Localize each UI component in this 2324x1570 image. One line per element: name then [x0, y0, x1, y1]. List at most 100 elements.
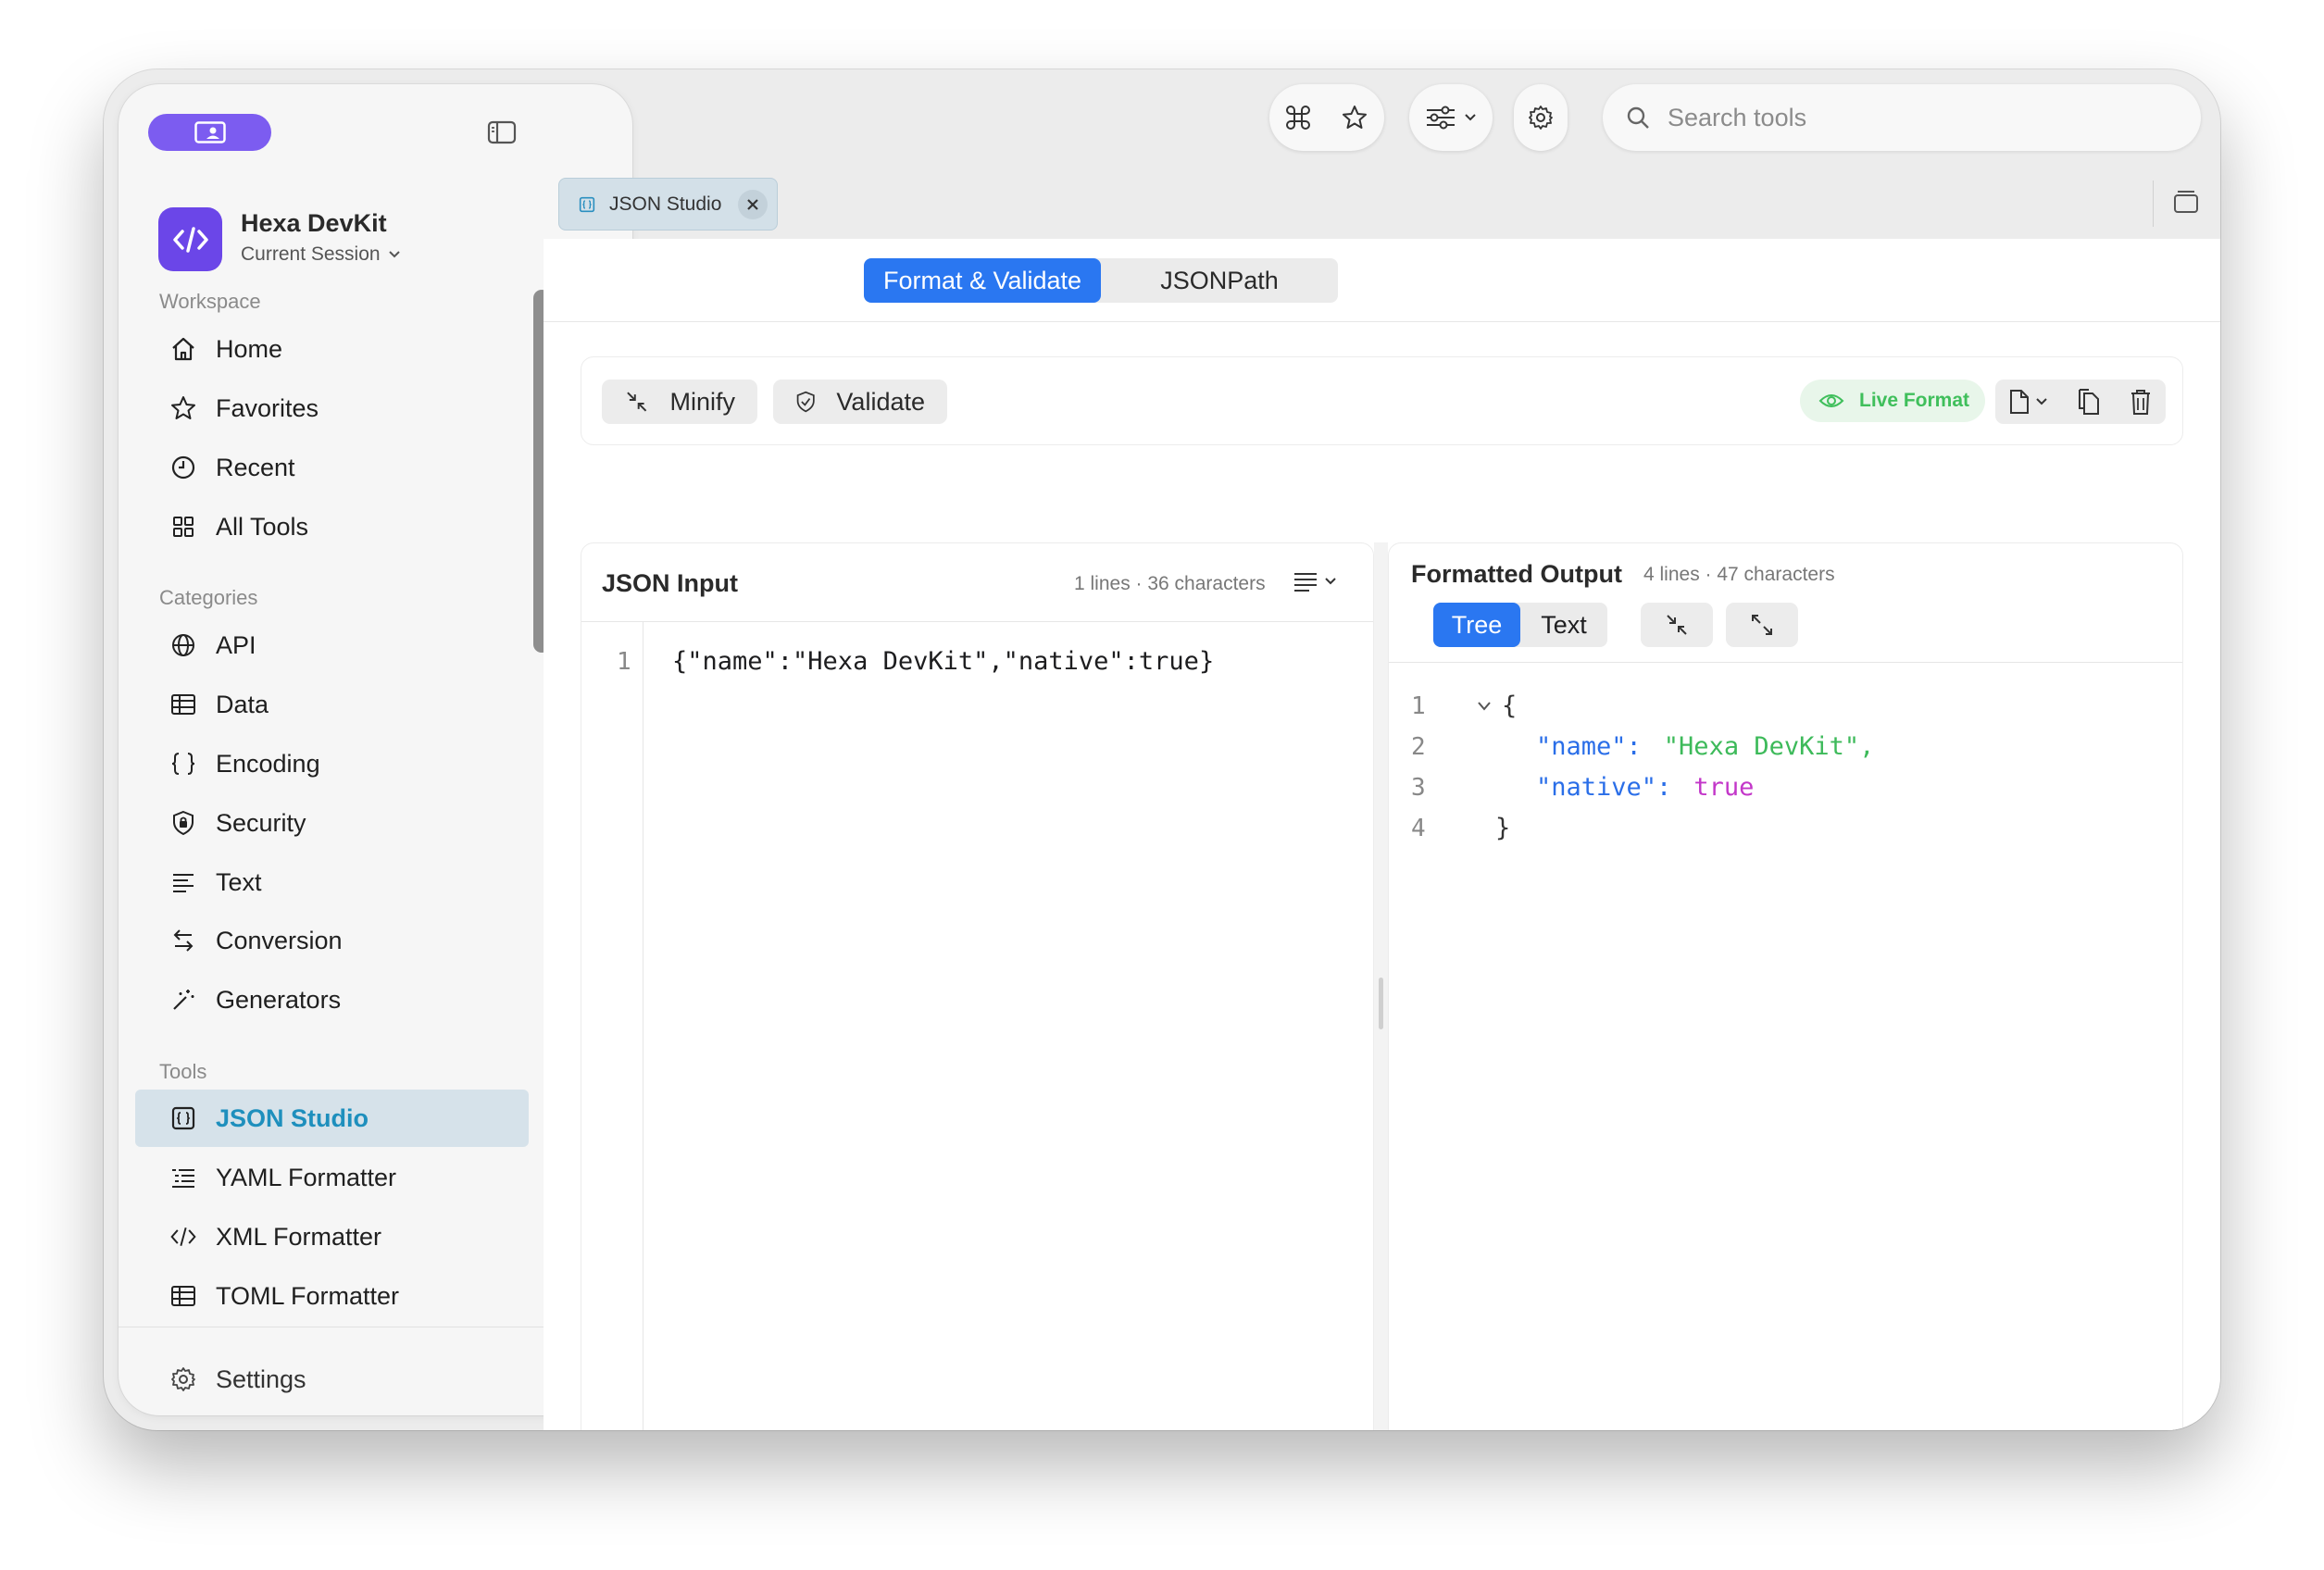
collapse-all-button[interactable] — [1641, 603, 1713, 647]
sidebar-item-all-tools[interactable]: All Tools — [135, 498, 529, 555]
session-selector[interactable]: Current Session — [241, 243, 401, 266]
tab-json-studio[interactable]: JSON Studio — [558, 178, 778, 231]
json-boolean-value: true — [1693, 773, 1755, 802]
sidebar-item-xml-formatter[interactable]: XML Formatter — [135, 1208, 529, 1265]
sidebar-item-label: XML Formatter — [216, 1222, 382, 1251]
view-options-button[interactable] — [1409, 84, 1493, 151]
gear-icon — [169, 1365, 197, 1393]
sidebar-item-label: Favorites — [216, 393, 319, 422]
code-brackets-icon — [169, 1223, 197, 1251]
quick-actions-group — [1269, 84, 1384, 151]
divider — [544, 321, 2220, 322]
mode-segmented-control: Format & Validate JSONPath — [864, 258, 1338, 303]
compress-icon — [627, 392, 647, 412]
copy-icon[interactable] — [2077, 388, 2101, 416]
json-brace-open: { — [1502, 692, 1518, 720]
sidebar-item-text[interactable]: Text — [135, 854, 529, 911]
search-input[interactable] — [1668, 103, 2130, 132]
list-indent-icon — [169, 1164, 197, 1191]
line-number: 2 — [1411, 733, 1426, 761]
tab-jsonpath[interactable]: JSONPath — [1101, 258, 1338, 303]
chevron-down-icon — [388, 251, 400, 258]
expand-all-button[interactable] — [1726, 603, 1798, 647]
globe-icon — [169, 631, 197, 659]
sidebar-item-settings[interactable]: Settings — [135, 1351, 529, 1408]
sidebar-item-generators[interactable]: Generators — [135, 971, 529, 1028]
person-card-icon — [194, 121, 226, 143]
line-number: 3 — [1411, 774, 1426, 802]
text-lines-icon — [1294, 573, 1317, 592]
json-brace-close: } — [1495, 814, 1511, 842]
sidebar-item-favorites[interactable]: Favorites — [135, 380, 529, 437]
command-icon[interactable] — [1285, 105, 1311, 131]
open-file-button[interactable] — [2009, 389, 2048, 415]
sidebar-item-label: Encoding — [216, 749, 320, 778]
clock-icon — [169, 454, 197, 481]
panel-header-divider — [1389, 662, 2182, 663]
sidebar-item-label: Security — [216, 808, 306, 837]
panel-splitter[interactable] — [1374, 542, 1388, 1430]
star-icon[interactable] — [1341, 104, 1368, 131]
close-icon[interactable] — [738, 189, 768, 219]
sidebar-toggle-icon[interactable] — [487, 119, 517, 145]
sidebar-item-label: API — [216, 630, 256, 659]
json-string-value: "Hexa DevKit", — [1663, 732, 1875, 761]
trash-icon[interactable] — [2130, 388, 2152, 416]
search-bar[interactable] — [1603, 84, 2201, 151]
sidebar-item-label: YAML Formatter — [216, 1163, 397, 1191]
line-number: 1 — [617, 648, 631, 676]
tab-format-validate[interactable]: Format & Validate — [864, 258, 1101, 303]
section-label-categories: Categories — [159, 586, 258, 609]
validate-button[interactable]: Validate — [773, 380, 947, 424]
chevron-down-icon — [2036, 398, 2048, 405]
tab-label: JSON Studio — [609, 193, 722, 215]
live-format-label: Live Format — [1859, 390, 1970, 411]
tab-overview-icon[interactable] — [2172, 188, 2200, 214]
sidebar-item-home[interactable]: Home — [135, 320, 529, 378]
sidebar-item-label: Data — [216, 690, 269, 718]
section-label-tools: Tools — [159, 1060, 207, 1083]
live-format-toggle[interactable]: Live Format — [1800, 380, 1985, 422]
gear-icon — [1529, 106, 1553, 130]
formatted-output-panel: Formatted Output 4 lines · 47 characters… — [1388, 542, 2183, 1430]
line-number: 4 — [1411, 815, 1426, 842]
sidebar-item-recent[interactable]: Recent — [135, 439, 529, 496]
sidebar-item-data[interactable]: Data — [135, 676, 529, 733]
sidebar-item-label: Recent — [216, 453, 295, 481]
output-view-toggle: Tree Text — [1433, 603, 1607, 647]
sidebar-item-yaml-formatter[interactable]: YAML Formatter — [135, 1149, 529, 1206]
tab-bar-separator — [2153, 181, 2154, 227]
sidebar-item-security[interactable]: Security — [135, 794, 529, 852]
sidebar-item-conversion[interactable]: Conversion — [135, 912, 529, 969]
sliders-icon — [1427, 106, 1455, 130]
star-icon — [169, 394, 197, 422]
json-input-editor[interactable]: {"name":"Hexa DevKit","native":true} — [672, 647, 1214, 676]
settings-button[interactable] — [1514, 84, 1568, 151]
json-input-meta: 1 lines · 36 characters — [1074, 573, 1266, 594]
sidebar-item-label: TOML Formatter — [216, 1281, 400, 1310]
sidebar-item-label: Conversion — [216, 926, 343, 954]
shield-check-icon — [796, 391, 815, 413]
minify-button[interactable]: Minify — [602, 380, 757, 424]
table-icon — [169, 1282, 197, 1310]
formatted-output-meta: 4 lines · 47 characters — [1643, 564, 1835, 585]
json-line-name: "name": "Hexa DevKit", — [1536, 732, 1874, 761]
table-icon — [169, 691, 197, 718]
profile-switcher-button[interactable] — [148, 114, 271, 151]
splitter-grip[interactable] — [1379, 978, 1383, 1029]
code-brackets-icon — [172, 226, 208, 253]
sidebar-item-toml-formatter[interactable]: TOML Formatter — [135, 1267, 529, 1325]
chevron-down-icon[interactable] — [1477, 701, 1492, 712]
sidebar-item-encoding[interactable]: Encoding — [135, 735, 529, 792]
json-input-panel: JSON Input 1 lines · 36 characters 1 {"n… — [581, 542, 1374, 1430]
tab-text[interactable]: Text — [1520, 603, 1607, 647]
json-line-native: "native": true — [1536, 773, 1754, 802]
wrap-options-button[interactable] — [1293, 569, 1337, 593]
sidebar-item-label: Home — [216, 334, 283, 363]
json-file-icon — [579, 196, 595, 212]
tab-tree[interactable]: Tree — [1433, 603, 1520, 647]
eye-icon — [1818, 394, 1844, 407]
expand-icon — [1752, 615, 1772, 635]
sidebar-item-json-studio[interactable]: JSON Studio — [135, 1090, 529, 1147]
sidebar-item-api[interactable]: API — [135, 617, 529, 674]
